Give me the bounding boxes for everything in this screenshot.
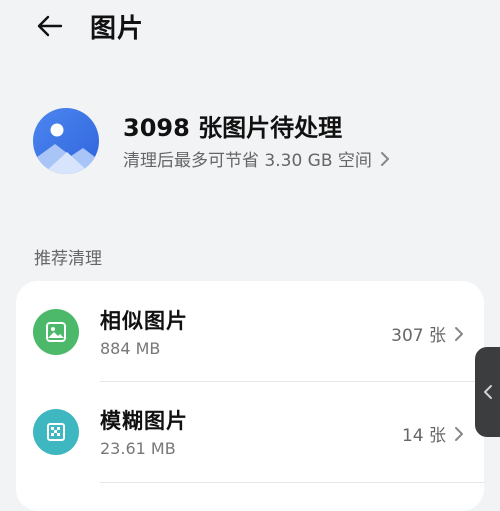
blur-grid-icon xyxy=(33,409,79,455)
recommend-card: 相似图片 884 MB 307 张 模糊图片 23.61 MB 14 张 xyxy=(16,281,484,511)
list-item-similar[interactable]: 相似图片 884 MB 307 张 xyxy=(16,281,484,381)
pending-count-title: 3098 张图片待处理 xyxy=(123,114,343,142)
page-title: 图片 xyxy=(90,14,145,44)
item-count-text: 14 张 xyxy=(401,426,446,446)
list-item-blurry[interactable]: 模糊图片 23.61 MB 14 张 xyxy=(16,381,484,481)
arrow-left-icon xyxy=(37,15,63,37)
chevron-right-icon xyxy=(454,326,464,342)
side-panel-handle[interactable] xyxy=(475,347,500,437)
savings-link[interactable]: 清理后最多可节省 3.30 GB 空间 xyxy=(123,146,390,171)
gallery-icon xyxy=(33,108,99,174)
item-count-text: 307 张 xyxy=(391,326,446,346)
item-count: 14 张 xyxy=(402,421,464,446)
back-button[interactable] xyxy=(30,6,70,46)
item-title: 模糊图片 xyxy=(100,409,188,433)
divider xyxy=(100,482,484,483)
item-count: 307 张 xyxy=(391,321,464,346)
chevron-left-icon xyxy=(483,385,492,399)
app-header: 图片 xyxy=(0,0,500,56)
savings-text: 清理后最多可节省 3.30 GB 空间 xyxy=(123,151,372,171)
section-label: 推荐清理 xyxy=(34,249,102,269)
chevron-right-icon xyxy=(380,151,390,167)
item-title: 相似图片 xyxy=(100,309,188,333)
cleanup-summary: 3098 张图片待处理 清理后最多可节省 3.30 GB 空间 xyxy=(0,100,500,190)
image-icon xyxy=(33,309,79,355)
item-size: 884 MB xyxy=(100,339,161,358)
item-size: 23.61 MB xyxy=(100,439,176,458)
chevron-right-icon xyxy=(454,426,464,442)
